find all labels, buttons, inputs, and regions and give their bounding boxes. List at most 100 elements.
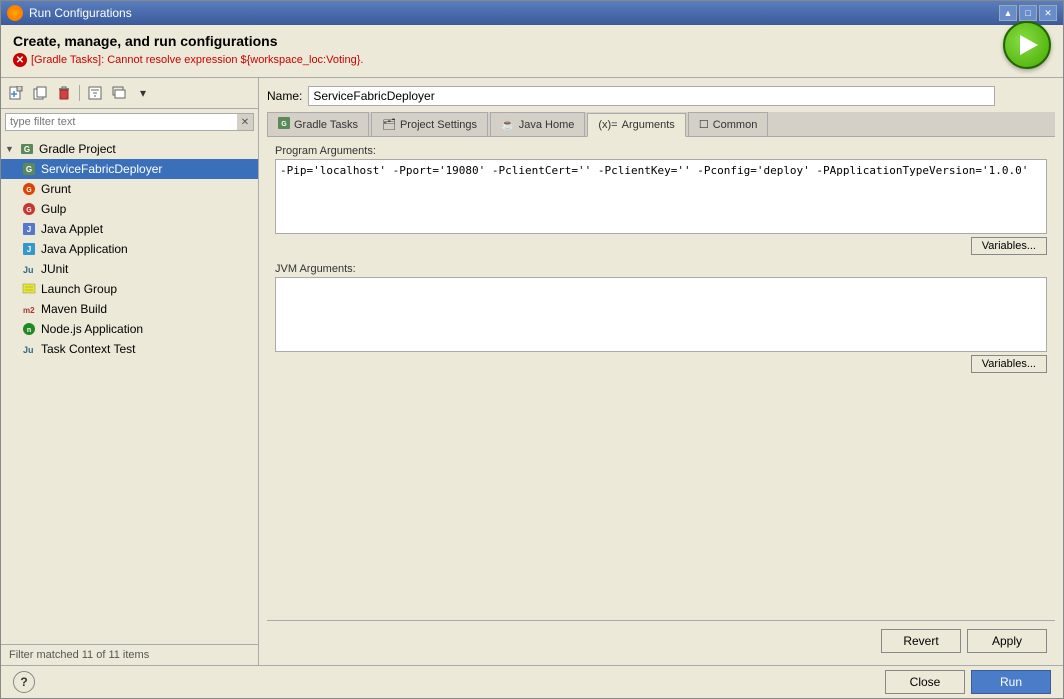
- error-line: ✕ [Gradle Tasks]: Cannot resolve express…: [13, 53, 1051, 67]
- tabs-bar: G Gradle Tasks 🗂 Project Settings ☕ Java…: [267, 112, 1055, 137]
- svg-text:J: J: [27, 245, 31, 254]
- header-section: Create, manage, and run configurations ✕…: [1, 25, 1063, 71]
- project-tab-icon: 🗂: [382, 118, 396, 131]
- jvm-args-label: JVM Arguments:: [275, 263, 1047, 275]
- menu-button[interactable]: ▾: [132, 82, 154, 104]
- list-item-label: JUnit: [41, 262, 68, 276]
- svg-text:m2: m2: [23, 306, 35, 315]
- delete-icon: [57, 86, 71, 100]
- delete-config-button[interactable]: [53, 82, 75, 104]
- list-item-label: Maven Build: [41, 302, 107, 316]
- list-item[interactable]: J Java Applet: [1, 219, 258, 239]
- list-item[interactable]: Ju JUnit: [1, 259, 258, 279]
- filter-button[interactable]: [84, 82, 106, 104]
- main-area: ▾ ✕ ▼ G Gradle Project: [1, 78, 1063, 665]
- new-icon: [9, 86, 23, 100]
- jvm-args-variables-button[interactable]: Variables...: [971, 355, 1047, 373]
- gulp-icon: G: [21, 201, 37, 217]
- program-args-textarea[interactable]: [275, 159, 1047, 234]
- jvm-args-section: JVM Arguments: Variables...: [275, 263, 1047, 373]
- search-input[interactable]: [6, 114, 237, 130]
- gradle-tab-icon: G: [278, 117, 290, 132]
- duplicate-config-button[interactable]: [29, 82, 51, 104]
- common-tab-icon: ☐: [699, 118, 709, 131]
- search-clear-button[interactable]: ✕: [237, 114, 253, 130]
- list-item[interactable]: n Node.js Application: [1, 319, 258, 339]
- tab-label: Arguments: [622, 119, 675, 131]
- run-button[interactable]: [1003, 21, 1051, 69]
- minimize-button[interactable]: ▲: [999, 5, 1017, 21]
- arguments-tab-content: Program Arguments: Variables... JVM Argu…: [267, 137, 1055, 620]
- svg-text:J: J: [27, 225, 31, 234]
- close-window-button[interactable]: ✕: [1039, 5, 1057, 21]
- title-bar: Run Configurations ▲ □ ✕: [1, 1, 1063, 25]
- page-title: Create, manage, and run configurations: [13, 33, 1051, 49]
- java-tab-icon: ☕: [501, 118, 515, 131]
- list-item[interactable]: G ServiceFabricDeployer: [1, 159, 258, 179]
- tab-label: Gradle Tasks: [294, 119, 358, 131]
- list-item[interactable]: G Gulp: [1, 199, 258, 219]
- window-title: Run Configurations: [29, 6, 132, 20]
- jvm-args-textarea[interactable]: [275, 277, 1047, 352]
- tab-project-settings[interactable]: 🗂 Project Settings: [371, 112, 488, 136]
- list-item[interactable]: m2 Maven Build: [1, 299, 258, 319]
- tab-arguments[interactable]: (x)= Arguments: [587, 113, 685, 137]
- svg-text:n: n: [27, 327, 31, 334]
- toolbar-separator: [79, 85, 80, 101]
- name-label: Name:: [267, 89, 302, 103]
- list-item-label: Gulp: [41, 202, 66, 216]
- program-args-variables-button[interactable]: Variables...: [971, 237, 1047, 255]
- launch-group-icon: [21, 281, 37, 297]
- gradle-task-icon: G: [21, 161, 37, 177]
- list-item[interactable]: Ju Task Context Test: [1, 339, 258, 359]
- maven-icon: m2: [21, 301, 37, 317]
- collapse-all-button[interactable]: [108, 82, 130, 104]
- maximize-button[interactable]: □: [1019, 5, 1037, 21]
- filter-status: Filter matched 11 of 11 items: [1, 644, 258, 665]
- right-panel: Name: G Gradle Tasks 🗂 Project Set: [259, 78, 1063, 665]
- footer-action-buttons: Close Run: [885, 670, 1051, 694]
- svg-text:G: G: [26, 165, 32, 174]
- list-item[interactable]: J Java Application: [1, 239, 258, 259]
- list-item-label: Java Application: [41, 242, 128, 256]
- tab-label: Java Home: [519, 119, 575, 131]
- collapse-icon: [112, 86, 126, 100]
- args-tab-icon: (x)=: [598, 119, 617, 131]
- list-item-label: Grunt: [41, 182, 71, 196]
- tab-common[interactable]: ☐ Common: [688, 112, 769, 136]
- revert-button[interactable]: Revert: [881, 629, 961, 653]
- help-button[interactable]: ?: [13, 671, 35, 693]
- app-icon: [7, 5, 23, 21]
- apply-button[interactable]: Apply: [967, 629, 1047, 653]
- java-app-icon: J: [21, 241, 37, 257]
- nodejs-icon: n: [21, 321, 37, 337]
- run-config-button[interactable]: Run: [971, 670, 1051, 694]
- junit-icon: Ju: [21, 261, 37, 277]
- run-icon: [1020, 35, 1038, 55]
- svg-text:G: G: [26, 207, 32, 214]
- error-icon: ✕: [13, 53, 27, 67]
- left-toolbar: ▾: [1, 78, 258, 109]
- list-item-label: ServiceFabricDeployer: [41, 162, 162, 176]
- svg-text:G: G: [26, 187, 32, 194]
- java-applet-icon: J: [21, 221, 37, 237]
- tab-java-home[interactable]: ☕ Java Home: [490, 112, 585, 136]
- tab-label: Common: [713, 119, 758, 131]
- new-config-button[interactable]: [5, 82, 27, 104]
- svg-text:G: G: [24, 145, 30, 154]
- name-input[interactable]: [308, 86, 995, 106]
- tree-root-item[interactable]: ▼ G Gradle Project: [1, 139, 258, 159]
- window-controls[interactable]: ▲ □ ✕: [999, 5, 1057, 21]
- list-item[interactable]: G Grunt: [1, 179, 258, 199]
- program-args-section: Program Arguments: Variables...: [275, 145, 1047, 255]
- search-box: ✕: [5, 113, 254, 131]
- duplicate-icon: [33, 86, 47, 100]
- tree-area: ▼ G Gradle Project G: [1, 135, 258, 644]
- close-button[interactable]: Close: [885, 670, 965, 694]
- svg-text:Ju: Ju: [23, 345, 34, 355]
- list-item-label: Node.js Application: [41, 322, 143, 336]
- tab-gradle-tasks[interactable]: G Gradle Tasks: [267, 112, 369, 136]
- list-item[interactable]: Launch Group: [1, 279, 258, 299]
- svg-text:G: G: [281, 121, 287, 128]
- tab-label: Project Settings: [400, 119, 477, 131]
